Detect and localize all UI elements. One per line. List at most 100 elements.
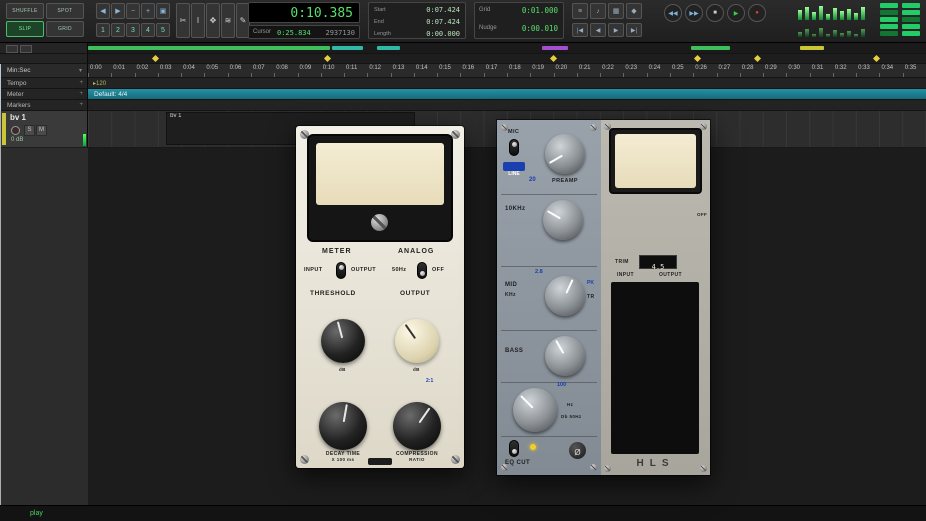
ruler-tick bbox=[763, 73, 764, 77]
marker-icon[interactable] bbox=[324, 55, 331, 62]
track-gain-value[interactable]: 0 dB bbox=[11, 137, 23, 143]
hf-boost-knob[interactable] bbox=[543, 200, 583, 240]
trim-display[interactable]: 4.5 bbox=[639, 255, 677, 269]
play-button[interactable]: ▶ bbox=[727, 4, 745, 22]
mode-button-grid[interactable]: GRID bbox=[46, 21, 84, 37]
locate-button[interactable]: ▶ bbox=[608, 23, 624, 37]
marker-icon[interactable] bbox=[754, 55, 761, 62]
misc-button[interactable]: ◆ bbox=[626, 3, 642, 19]
tempo-event[interactable]: ▸120 bbox=[93, 80, 106, 87]
status-led bbox=[880, 31, 898, 36]
plus-icon[interactable]: + bbox=[79, 102, 83, 108]
playhead[interactable] bbox=[0, 64, 1, 505]
marker-icon[interactable] bbox=[694, 55, 701, 62]
ruler-unit-selector[interactable]: Min:Sec ▾ bbox=[0, 64, 88, 78]
overview-segment[interactable] bbox=[542, 46, 568, 50]
decay-time-knob[interactable] bbox=[319, 402, 367, 450]
zoom-preset-button-5[interactable]: 5 bbox=[156, 23, 170, 37]
marker-icon[interactable] bbox=[550, 55, 557, 62]
locate-button[interactable]: ▶| bbox=[626, 23, 642, 37]
selector-tool[interactable]: I bbox=[191, 3, 205, 38]
tempo-rail-header[interactable]: Tempo + bbox=[0, 78, 88, 89]
stop-button[interactable]: ■ bbox=[706, 4, 724, 22]
analog-50hz-label: 50Hz bbox=[392, 267, 406, 273]
freq-unit-label: Hz bbox=[567, 402, 573, 407]
eq-cut-switch[interactable] bbox=[509, 440, 519, 457]
main-counter[interactable]: 0:10.385 bbox=[248, 2, 360, 23]
phase-button[interactable]: Ø bbox=[569, 442, 586, 459]
misc-button[interactable]: ▦ bbox=[608, 3, 624, 19]
trim-tool[interactable]: ✂ bbox=[176, 3, 190, 38]
ruler-tick-label: 0:00 bbox=[90, 65, 102, 71]
meter-bar bbox=[826, 14, 830, 20]
strip-mini-button[interactable] bbox=[6, 45, 18, 53]
zoom-button[interactable]: ▣ bbox=[156, 3, 170, 19]
misc-button[interactable]: ♪ bbox=[590, 3, 606, 19]
bass-boost-knob[interactable] bbox=[545, 336, 585, 376]
zoom-preset-button-4[interactable]: 4 bbox=[141, 23, 155, 37]
solo-button[interactable]: S bbox=[24, 125, 35, 136]
plugin-window-compressor[interactable]: METER ANALOG INPUT OUTPUT 50Hz OFF THRES… bbox=[296, 126, 464, 468]
grid-value[interactable]: 0:01.000 bbox=[522, 6, 558, 15]
mode-button-spot[interactable]: SPOT bbox=[46, 3, 84, 19]
markers-rail-header[interactable]: Markers + bbox=[0, 100, 88, 111]
mute-button[interactable]: M bbox=[36, 125, 47, 136]
mid-boost-knob[interactable] bbox=[545, 276, 585, 316]
overview-segment[interactable] bbox=[377, 46, 400, 50]
threshold-knob[interactable] bbox=[321, 319, 365, 363]
misc-button[interactable]: ≡ bbox=[572, 3, 588, 19]
markers-rail[interactable] bbox=[88, 100, 926, 111]
tr-label: TR bbox=[587, 294, 594, 300]
meter-input-output-switch[interactable] bbox=[336, 262, 346, 279]
locate-button[interactable]: |◀ bbox=[572, 23, 588, 37]
zoom-button[interactable]: ◀ bbox=[96, 3, 110, 19]
overview-segment[interactable] bbox=[332, 46, 362, 50]
output-knob[interactable] bbox=[395, 319, 439, 363]
plus-icon[interactable]: + bbox=[79, 91, 83, 97]
analog-power-switch[interactable] bbox=[417, 262, 427, 279]
marker-icon[interactable] bbox=[151, 55, 158, 62]
fast-forward-button[interactable]: ▶▶ bbox=[685, 4, 703, 22]
mode-button-shuffle[interactable]: SHUFFLE bbox=[6, 3, 44, 19]
record-button[interactable]: ● bbox=[748, 4, 766, 22]
locate-button[interactable]: ◀ bbox=[590, 23, 606, 37]
ruler-tick bbox=[670, 73, 671, 77]
zoom-button[interactable]: + bbox=[141, 3, 155, 19]
marker-icon[interactable] bbox=[873, 55, 880, 62]
overview-segment[interactable] bbox=[88, 46, 330, 50]
timeline-ruler[interactable]: 0:000:010:020:030:040:050:060:070:080:09… bbox=[88, 64, 926, 78]
field-value[interactable]: 0:00.000 bbox=[426, 30, 460, 38]
plus-icon[interactable]: + bbox=[79, 80, 83, 86]
markers-strip[interactable] bbox=[88, 54, 926, 64]
record-enable-button[interactable] bbox=[11, 126, 20, 135]
mic-line-switch[interactable] bbox=[509, 139, 519, 156]
tempo-rail[interactable]: ▸120 bbox=[88, 78, 926, 89]
zoom-preset-button-3[interactable]: 3 bbox=[126, 23, 140, 37]
track-header-bv-1[interactable]: bv 1 SM 0 dB bbox=[0, 111, 88, 148]
preamp-knob[interactable] bbox=[545, 134, 585, 174]
compression-ratio-knob[interactable] bbox=[393, 402, 441, 450]
meter-event[interactable]: Default: 4/4 bbox=[94, 91, 127, 98]
overview-segment[interactable] bbox=[800, 46, 823, 50]
meter-rail-header[interactable]: Meter + bbox=[0, 89, 88, 100]
plugin-window-channel[interactable]: MIC LINE 20 PREAMP 10KHz MID KHz 2.8 PK … bbox=[497, 120, 710, 475]
field-value[interactable]: 0:07.424 bbox=[426, 6, 460, 14]
bass-freq-knob[interactable] bbox=[513, 388, 557, 432]
nudge-value[interactable]: 0:00.010 bbox=[522, 24, 558, 33]
overview-segment[interactable] bbox=[691, 46, 731, 50]
zoom-preset-button-1[interactable]: 1 bbox=[96, 23, 110, 37]
rewind-button[interactable]: ◀◀ bbox=[664, 4, 682, 22]
meter-rail[interactable]: Default: 4/4 bbox=[88, 89, 926, 100]
strip-mini-button[interactable] bbox=[20, 45, 32, 53]
scrubber-tool[interactable]: ≋ bbox=[221, 3, 235, 38]
grabber-tool[interactable]: ✥ bbox=[206, 3, 220, 38]
mode-button-slip[interactable]: SLIP bbox=[6, 21, 44, 37]
track-name[interactable]: bv 1 bbox=[10, 113, 26, 122]
zoom-button[interactable]: − bbox=[126, 3, 140, 19]
meter-section-label: METER bbox=[322, 248, 352, 255]
field-value[interactable]: 0:07.424 bbox=[426, 18, 460, 26]
ruler-tick bbox=[251, 73, 252, 77]
timeline-overview-strip[interactable] bbox=[88, 42, 926, 54]
zoom-preset-button-2[interactable]: 2 bbox=[111, 23, 125, 37]
zoom-button[interactable]: ▶ bbox=[111, 3, 125, 19]
